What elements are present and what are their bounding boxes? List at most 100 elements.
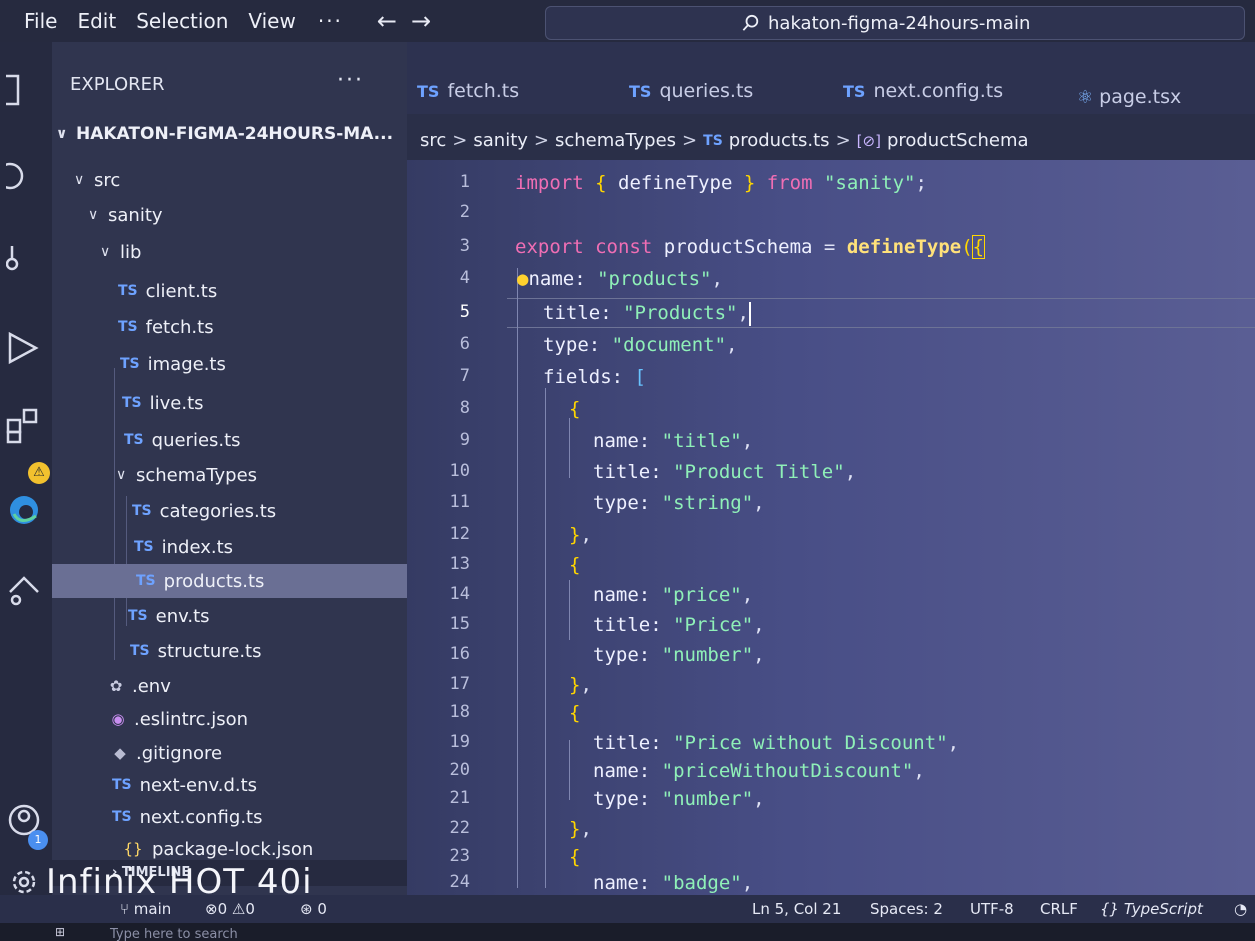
tree-file-client[interactable]: TS client.ts: [52, 274, 407, 308]
tree-folder-src[interactable]: ∨ src: [52, 163, 407, 197]
ports-count: 0: [317, 900, 327, 918]
search-input[interactable]: [768, 12, 1048, 34]
remote-share-icon[interactable]: [6, 572, 42, 608]
breadcrumb-symbol[interactable]: productSchema: [887, 130, 1029, 151]
forward-arrow-icon[interactable]: →: [411, 7, 431, 35]
explorer-root-folder[interactable]: ∨ HAKATON-FIGMA-24HOURS-MA...: [52, 117, 407, 151]
tree-file-env-ts[interactable]: TS env.ts: [52, 599, 407, 633]
accounts-badge: 1: [28, 830, 48, 850]
menu-file[interactable]: File: [24, 9, 57, 33]
tree-file-queries[interactable]: TS queries.ts: [52, 423, 407, 457]
git-branch-status[interactable]: ⑂ main: [120, 900, 171, 918]
code-editor[interactable]: 1 2 3 4 5 6 7 8 9 10 11 12 13 14 15 16 17 18 19 20 21 22 23 24 …: [407, 160, 1255, 895]
menu-edit[interactable]: Edit: [77, 9, 116, 33]
code-line: type: "document",: [543, 334, 738, 356]
notifications-bell-icon[interactable]: ◔: [1234, 900, 1247, 918]
ports-status[interactable]: ⊛ 0: [300, 900, 327, 918]
tree-label: schemaTypes: [136, 464, 258, 486]
breadcrumb-sanity[interactable]: sanity: [473, 130, 528, 151]
chevron-right-icon: >: [452, 130, 468, 151]
breadcrumb-src[interactable]: src: [420, 130, 446, 151]
tree-file-next-config[interactable]: TS next.config.ts: [52, 800, 407, 834]
explorer-more-button[interactable]: ···: [337, 68, 364, 93]
tree-label: .eslintrc.json: [134, 708, 249, 730]
code-line: },: [569, 524, 592, 546]
edge-browser-icon[interactable]: [6, 492, 42, 528]
line-number: 19: [449, 732, 470, 752]
command-center-search[interactable]: [545, 6, 1245, 40]
indentation-status[interactable]: Spaces: 2: [870, 900, 943, 918]
code-line: title: "Price without Discount",: [593, 732, 960, 754]
language-mode-status[interactable]: {} TypeScript: [1100, 900, 1203, 918]
line-number: 6: [459, 334, 470, 354]
run-debug-icon[interactable]: [6, 330, 42, 366]
problems-status[interactable]: ⊗0 ⚠0: [205, 900, 255, 918]
encoding-status[interactable]: UTF-8: [970, 900, 1014, 918]
typescript-file-icon: TS: [132, 503, 152, 519]
tab-next-config[interactable]: TS next.config.ts: [843, 80, 1003, 102]
text-cursor: [748, 301, 751, 326]
tab-fetch[interactable]: TS fetch.ts: [417, 80, 519, 102]
typescript-file-icon: TS: [118, 283, 138, 299]
tree-file-env[interactable]: ✿ .env: [52, 669, 407, 703]
eol-status[interactable]: CRLF: [1040, 900, 1078, 918]
explorer-icon[interactable]: [6, 72, 42, 108]
cursor-position-status[interactable]: Ln 5, Col 21: [752, 900, 841, 918]
code-line: type: "number",: [593, 788, 765, 810]
tree-label: next.config.ts: [139, 806, 263, 828]
typescript-file-icon: TS: [629, 82, 652, 101]
code-line: name: "badge",: [593, 872, 754, 894]
os-taskbar: ⊞ Type here to search: [0, 923, 1255, 941]
chevron-down-icon: ∨: [56, 126, 68, 142]
tree-file-fetch[interactable]: TS fetch.ts: [52, 310, 407, 344]
taskbar-search[interactable]: Type here to search: [110, 927, 238, 941]
tree-label: client.ts: [145, 280, 218, 302]
tab-queries[interactable]: TS queries.ts: [629, 80, 753, 102]
menu-view[interactable]: View: [248, 9, 295, 33]
chevron-right-icon: >: [533, 130, 549, 151]
code-line: type: "number",: [593, 644, 765, 666]
tree-file-live[interactable]: TS live.ts: [52, 386, 407, 420]
code-line: ●name: "products",: [517, 268, 723, 290]
tree-file-structure[interactable]: TS structure.ts: [52, 634, 407, 668]
chevron-down-icon: ∨: [116, 467, 127, 483]
tree-file-index[interactable]: TS index.ts: [52, 530, 407, 564]
code-line: type: "string",: [593, 492, 765, 514]
json-file-icon: {}: [123, 840, 143, 858]
back-arrow-icon[interactable]: ←: [377, 7, 397, 35]
code-line: name: "priceWithoutDiscount",: [593, 760, 925, 782]
tree-file-eslintrc[interactable]: ◉ .eslintrc.json: [52, 702, 407, 736]
eslint-file-icon: ◉: [111, 710, 125, 728]
tree-folder-lib[interactable]: ∨ lib: [52, 235, 407, 269]
tree-label: fetch.ts: [145, 316, 214, 338]
code-line: import { defineType } from "sanity";: [515, 172, 927, 194]
menu-more-button[interactable]: ···: [318, 9, 343, 33]
gear-file-icon: ✿: [109, 677, 123, 695]
line-number: 9: [459, 430, 470, 450]
windows-start-icon[interactable]: ⊞: [55, 925, 65, 939]
breadcrumb-schematypes[interactable]: schemaTypes: [555, 130, 676, 151]
tree-file-categories[interactable]: TS categories.ts: [52, 494, 407, 528]
source-control-icon[interactable]: [6, 242, 42, 278]
react-file-icon: ⚛: [1077, 87, 1094, 108]
code-line: fields: [: [543, 366, 646, 388]
tree-label: products.ts: [163, 570, 265, 592]
tab-label: queries.ts: [659, 80, 754, 102]
typescript-file-icon: TS: [122, 395, 142, 411]
breadcrumb-file[interactable]: products.ts: [729, 130, 830, 151]
menu-selection[interactable]: Selection: [136, 9, 228, 33]
extensions-icon[interactable]: [6, 408, 42, 444]
tree-file-gitignore[interactable]: ◆ .gitignore: [52, 736, 407, 770]
tree-file-products[interactable]: TS products.ts: [52, 564, 407, 598]
warning-icon: ⚠: [231, 900, 246, 918]
tree-folder-schematypes[interactable]: ∨ schemaTypes: [52, 458, 407, 492]
tree-label: .env: [132, 675, 171, 697]
tree-file-image[interactable]: TS image.ts: [52, 347, 407, 381]
tree-file-next-env[interactable]: TS next-env.d.ts: [52, 768, 407, 802]
search-activity-icon[interactable]: [6, 160, 42, 196]
tree-folder-sanity[interactable]: ∨ sanity: [52, 198, 407, 232]
line-number: 2: [459, 202, 470, 222]
code-line: name: "price",: [593, 584, 754, 606]
chevron-down-icon: ∨: [100, 244, 111, 260]
tab-page[interactable]: ⚛ page.tsx: [1077, 86, 1181, 108]
